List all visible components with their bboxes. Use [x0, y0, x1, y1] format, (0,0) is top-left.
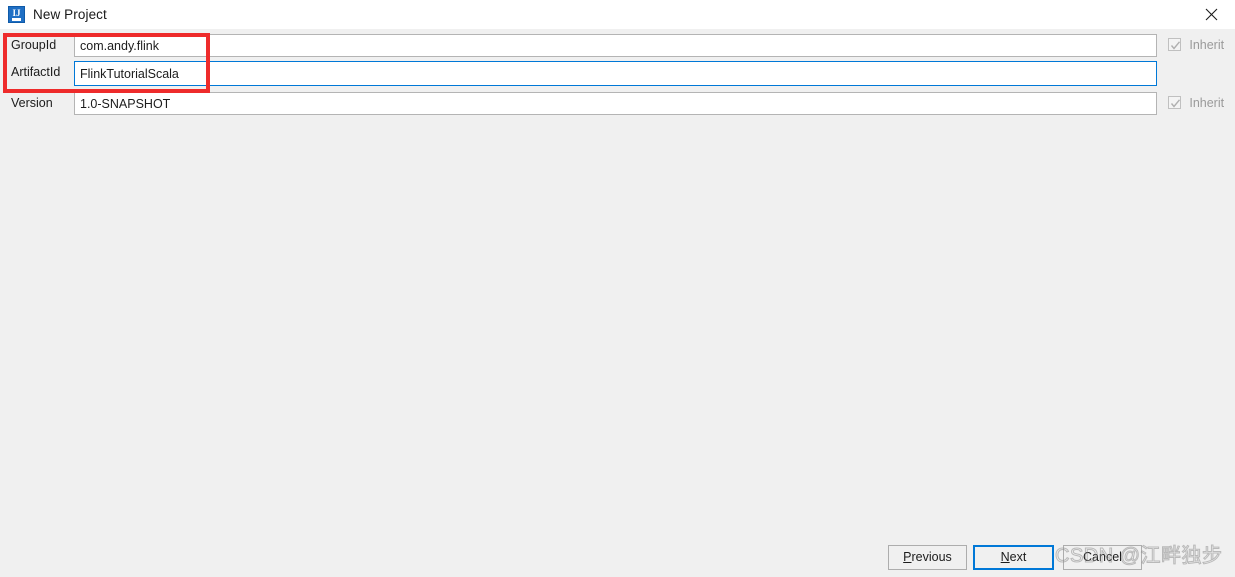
form-row-groupid: GroupId Inherit — [0, 34, 1235, 60]
version-input[interactable] — [74, 92, 1157, 115]
next-label-rest: ext — [1009, 550, 1027, 564]
cancel-button[interactable]: Cancel — [1063, 545, 1142, 570]
app-icon-underbar — [12, 18, 21, 21]
maven-coordinates-form: GroupId Inherit ArtifactId Version — [0, 29, 1235, 121]
new-project-dialog: IJ New Project GroupId com.andy.flink In… — [0, 0, 1235, 577]
artifactid-label: ArtifactId — [11, 65, 61, 79]
window-title: New Project — [33, 7, 107, 22]
form-row-artifactid: ArtifactId — [0, 61, 1235, 87]
close-button[interactable] — [1189, 0, 1235, 29]
previous-label-rest: revious — [911, 550, 952, 564]
next-button[interactable]: Next — [973, 545, 1054, 570]
groupid-inherit-group[interactable]: Inherit — [1168, 37, 1224, 55]
previous-button[interactable]: Previous — [888, 545, 967, 570]
version-inherit-group[interactable]: Inherit — [1168, 95, 1224, 113]
groupid-input[interactable] — [74, 34, 1157, 57]
groupid-label: GroupId — [11, 38, 57, 52]
groupid-inherit-checkbox[interactable] — [1168, 38, 1181, 52]
title-bar: IJ New Project — [0, 0, 1235, 29]
intellij-idea-icon: IJ — [8, 6, 25, 23]
version-label: Version — [11, 96, 53, 110]
version-inherit-label: Inherit — [1189, 95, 1225, 110]
artifactid-input[interactable] — [74, 61, 1157, 86]
next-mnemonic: N — [1000, 550, 1010, 564]
app-icon-letters: IJ — [12, 8, 21, 18]
form-row-version: Version Inherit — [0, 92, 1235, 118]
dialog-footer: Previous Next Cancel — [0, 540, 1235, 577]
previous-mnemonic: P — [903, 550, 912, 564]
version-inherit-checkbox[interactable] — [1168, 96, 1181, 110]
groupid-inherit-label: Inherit — [1189, 37, 1225, 52]
